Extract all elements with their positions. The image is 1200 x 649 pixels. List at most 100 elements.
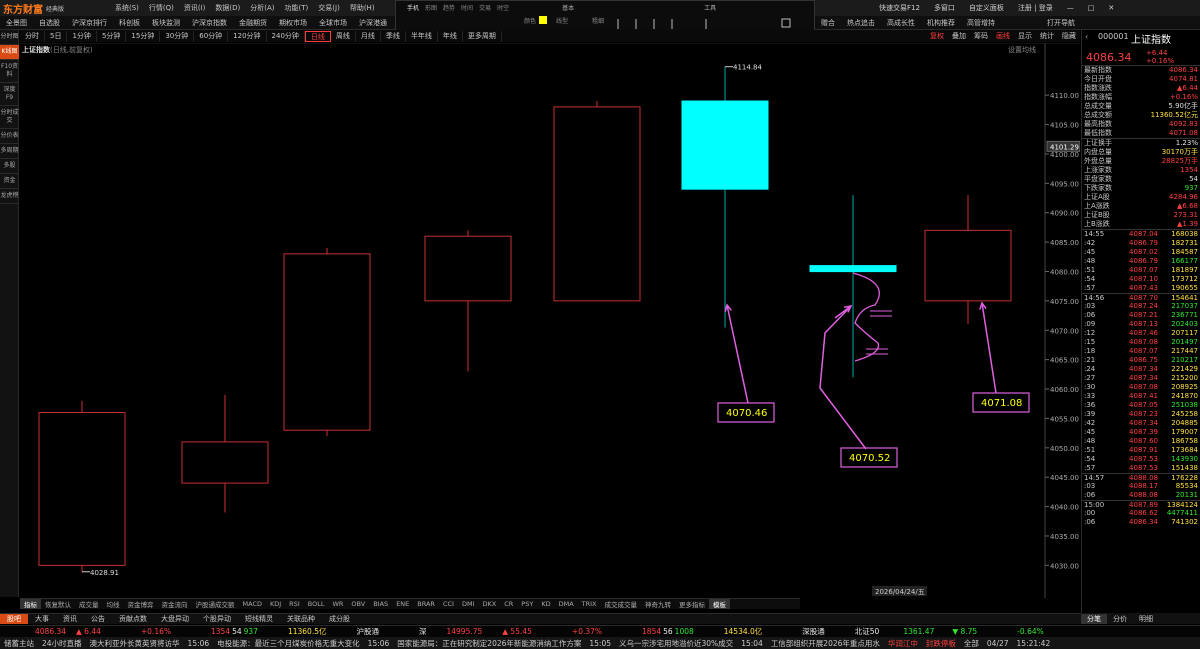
nav-futures[interactable]: 金融期货 — [233, 18, 273, 28]
indicator-tab[interactable]: BRAR — [413, 600, 439, 608]
tab-short-line[interactable]: 短线精灵 — [238, 614, 280, 624]
period-quarterly[interactable]: 季线 — [381, 30, 406, 42]
overlay-button[interactable]: 叠加 — [948, 31, 970, 41]
menu-function[interactable]: 功能(T) — [280, 3, 314, 13]
sidebar-item-multi-period[interactable]: 多周期 — [0, 144, 19, 159]
menu-quotes[interactable]: 行情(Q) — [144, 3, 179, 13]
nav-ranking[interactable]: 沪深京排行 — [66, 18, 113, 28]
tab-guba[interactable]: 股吧 — [0, 614, 28, 624]
indicator-tab[interactable]: 模板 — [709, 599, 731, 609]
maximize-icon[interactable]: □ — [1088, 4, 1095, 12]
ticker-news-5[interactable]: 工信部组织开展2026年重点用水 — [767, 638, 884, 649]
nav-growth[interactable]: 高成长性 — [881, 18, 921, 28]
period-more[interactable]: 更多周期 — [463, 30, 502, 42]
period-120min[interactable]: 120分钟 — [228, 30, 267, 42]
kline-chart[interactable]: 4030.00 4035.00 4040.00 4045.00 4050.00 4055.… — [20, 43, 1080, 598]
close-icon[interactable]: ✕ — [1108, 4, 1114, 12]
indicator-tab[interactable]: MACD — [239, 600, 266, 608]
minimize-icon[interactable]: — — [1067, 4, 1074, 12]
menu-analysis[interactable]: 分析(A) — [245, 3, 279, 13]
period-weekly[interactable]: 周线 — [331, 30, 356, 42]
indicator-tab[interactable]: 资金流向 — [158, 599, 192, 609]
sidebar-item-price-table[interactable]: 分价表 — [0, 129, 19, 144]
menu-trade[interactable]: 交易(J) — [313, 3, 345, 13]
tab-contribution[interactable]: 贡献点数 — [112, 614, 154, 624]
period-5day[interactable]: 5日 — [45, 30, 68, 42]
period-15min[interactable]: 15分钟 — [126, 30, 161, 42]
hide-button[interactable]: 隐藏 — [1058, 31, 1080, 41]
indicator-tab[interactable]: DMI — [458, 600, 479, 608]
nav-integrated[interactable]: 赠合 — [815, 18, 841, 28]
nav-watchlist[interactable]: 自选股 — [33, 18, 66, 28]
tab-shape[interactable]: 形图 — [422, 3, 440, 12]
sidebar-item-kline[interactable]: K线图 — [0, 45, 19, 60]
nav-exec-buy[interactable]: 高管增持 — [961, 18, 1001, 28]
bz50-label[interactable]: 北证50 — [850, 626, 885, 637]
indicator-tab[interactable]: 资金博弈 — [124, 599, 158, 609]
period-halfyear[interactable]: 半年线 — [406, 30, 438, 42]
sidebar-item-multi-stock[interactable]: 多股 — [0, 159, 19, 174]
tab-market-move[interactable]: 大盘异动 — [154, 614, 196, 624]
tab-notices[interactable]: 公告 — [84, 614, 112, 624]
ticker-live[interactable]: 24小时直播 — [38, 638, 86, 649]
indicator-tab[interactable]: DMA — [555, 600, 578, 608]
menu-info[interactable]: 资讯(I) — [179, 3, 211, 13]
chips-button[interactable]: 筹码 — [970, 31, 992, 41]
tab-ticks[interactable]: 分笔 — [1081, 613, 1107, 624]
menu-system[interactable]: 系统(S) — [110, 3, 144, 13]
indicator-tab[interactable]: 更多指标 — [675, 599, 709, 609]
nav-hotspot[interactable]: 热点追击 — [841, 18, 881, 28]
indicator-tab[interactable]: PSY — [517, 600, 537, 608]
indicator-tab[interactable]: 沪股通成交额 — [192, 599, 239, 609]
tab-trade[interactable]: 交易 — [476, 3, 494, 12]
ticker-news-4[interactable]: 义乌一宗涉宅用地溢价近30%成交 — [615, 638, 737, 649]
ticker-news-2[interactable]: 电投能源：最近三个月煤炭价格无重大变化 — [213, 638, 364, 649]
ticker-news-3[interactable]: 国家能源局：正在研究制定2026年新能源消纳工作方案 — [393, 638, 585, 649]
thickness-label[interactable]: 粗细 — [589, 16, 607, 25]
period-30min[interactable]: 30分钟 — [160, 30, 195, 42]
tab-spacetime[interactable]: 时空 — [494, 3, 512, 12]
tab-detail[interactable]: 明细 — [1133, 614, 1159, 624]
display-button[interactable]: 显示 — [1014, 31, 1036, 41]
nav-global[interactable]: 全球市场 — [313, 18, 353, 28]
menu-data[interactable]: 数据(D) — [210, 3, 245, 13]
nav-star-market[interactable]: 科创板 — [113, 18, 146, 28]
period-1min[interactable]: 1分钟 — [67, 30, 97, 42]
tab-price-dist[interactable]: 分价 — [1107, 614, 1133, 624]
indicator-tab[interactable]: 指标 — [20, 599, 41, 609]
indicator-tab[interactable]: CR — [500, 600, 517, 608]
nav-sector-monitor[interactable]: 板块监测 — [146, 18, 186, 28]
nav-options[interactable]: 期权市场 — [273, 18, 313, 28]
sidebar-item-f10[interactable]: F10资料 — [0, 60, 19, 83]
indicator-tab[interactable]: ENE — [392, 600, 413, 608]
tab-components[interactable]: 成分股 — [322, 614, 357, 624]
tab-related[interactable]: 关联品种 — [280, 614, 322, 624]
multi-window-button[interactable]: 多窗口 — [934, 3, 955, 13]
indicator-tab[interactable]: OBV — [347, 600, 369, 608]
panel-expand-icon[interactable]: ‹ — [1085, 32, 1088, 41]
indicator-tab[interactable]: 成交成交量 — [601, 599, 642, 609]
nav-institutional[interactable]: 机构推荐 — [921, 18, 961, 28]
sidebar-item-fund[interactable]: 资金 — [0, 174, 19, 189]
nav-connect[interactable]: 沪深港通 — [353, 18, 393, 28]
period-5min[interactable]: 5分钟 — [97, 30, 127, 42]
indicator-tab[interactable]: 恢复默认 — [41, 599, 75, 609]
sz-label[interactable]: 深 — [414, 626, 432, 637]
hgt-label[interactable]: 沪股通 — [351, 626, 384, 637]
indicator-tab[interactable]: BIAS — [369, 600, 392, 608]
color-swatch-yellow[interactable] — [539, 16, 548, 24]
line-style-label[interactable]: 线型 — [553, 16, 571, 25]
adjust-button[interactable]: 复权 — [926, 31, 948, 41]
period-intraday[interactable]: 分时 — [20, 30, 45, 42]
indicator-tab[interactable]: KDJ — [266, 600, 285, 608]
indicator-tab[interactable]: KD — [537, 600, 554, 608]
tab-trend[interactable]: 趋势 — [440, 3, 458, 12]
tab-stock-move[interactable]: 个股异动 — [196, 614, 238, 624]
open-nav-button[interactable]: 打开导航 — [1041, 18, 1081, 28]
period-yearly[interactable]: 年线 — [438, 30, 463, 42]
ticker-stock[interactable]: 华润江中 — [884, 638, 922, 649]
period-240min[interactable]: 240分钟 — [267, 30, 305, 42]
indicator-tab[interactable]: CCI — [439, 600, 458, 608]
stats-button[interactable]: 统计 — [1036, 31, 1058, 41]
indicator-tab[interactable]: RSI — [285, 600, 304, 608]
